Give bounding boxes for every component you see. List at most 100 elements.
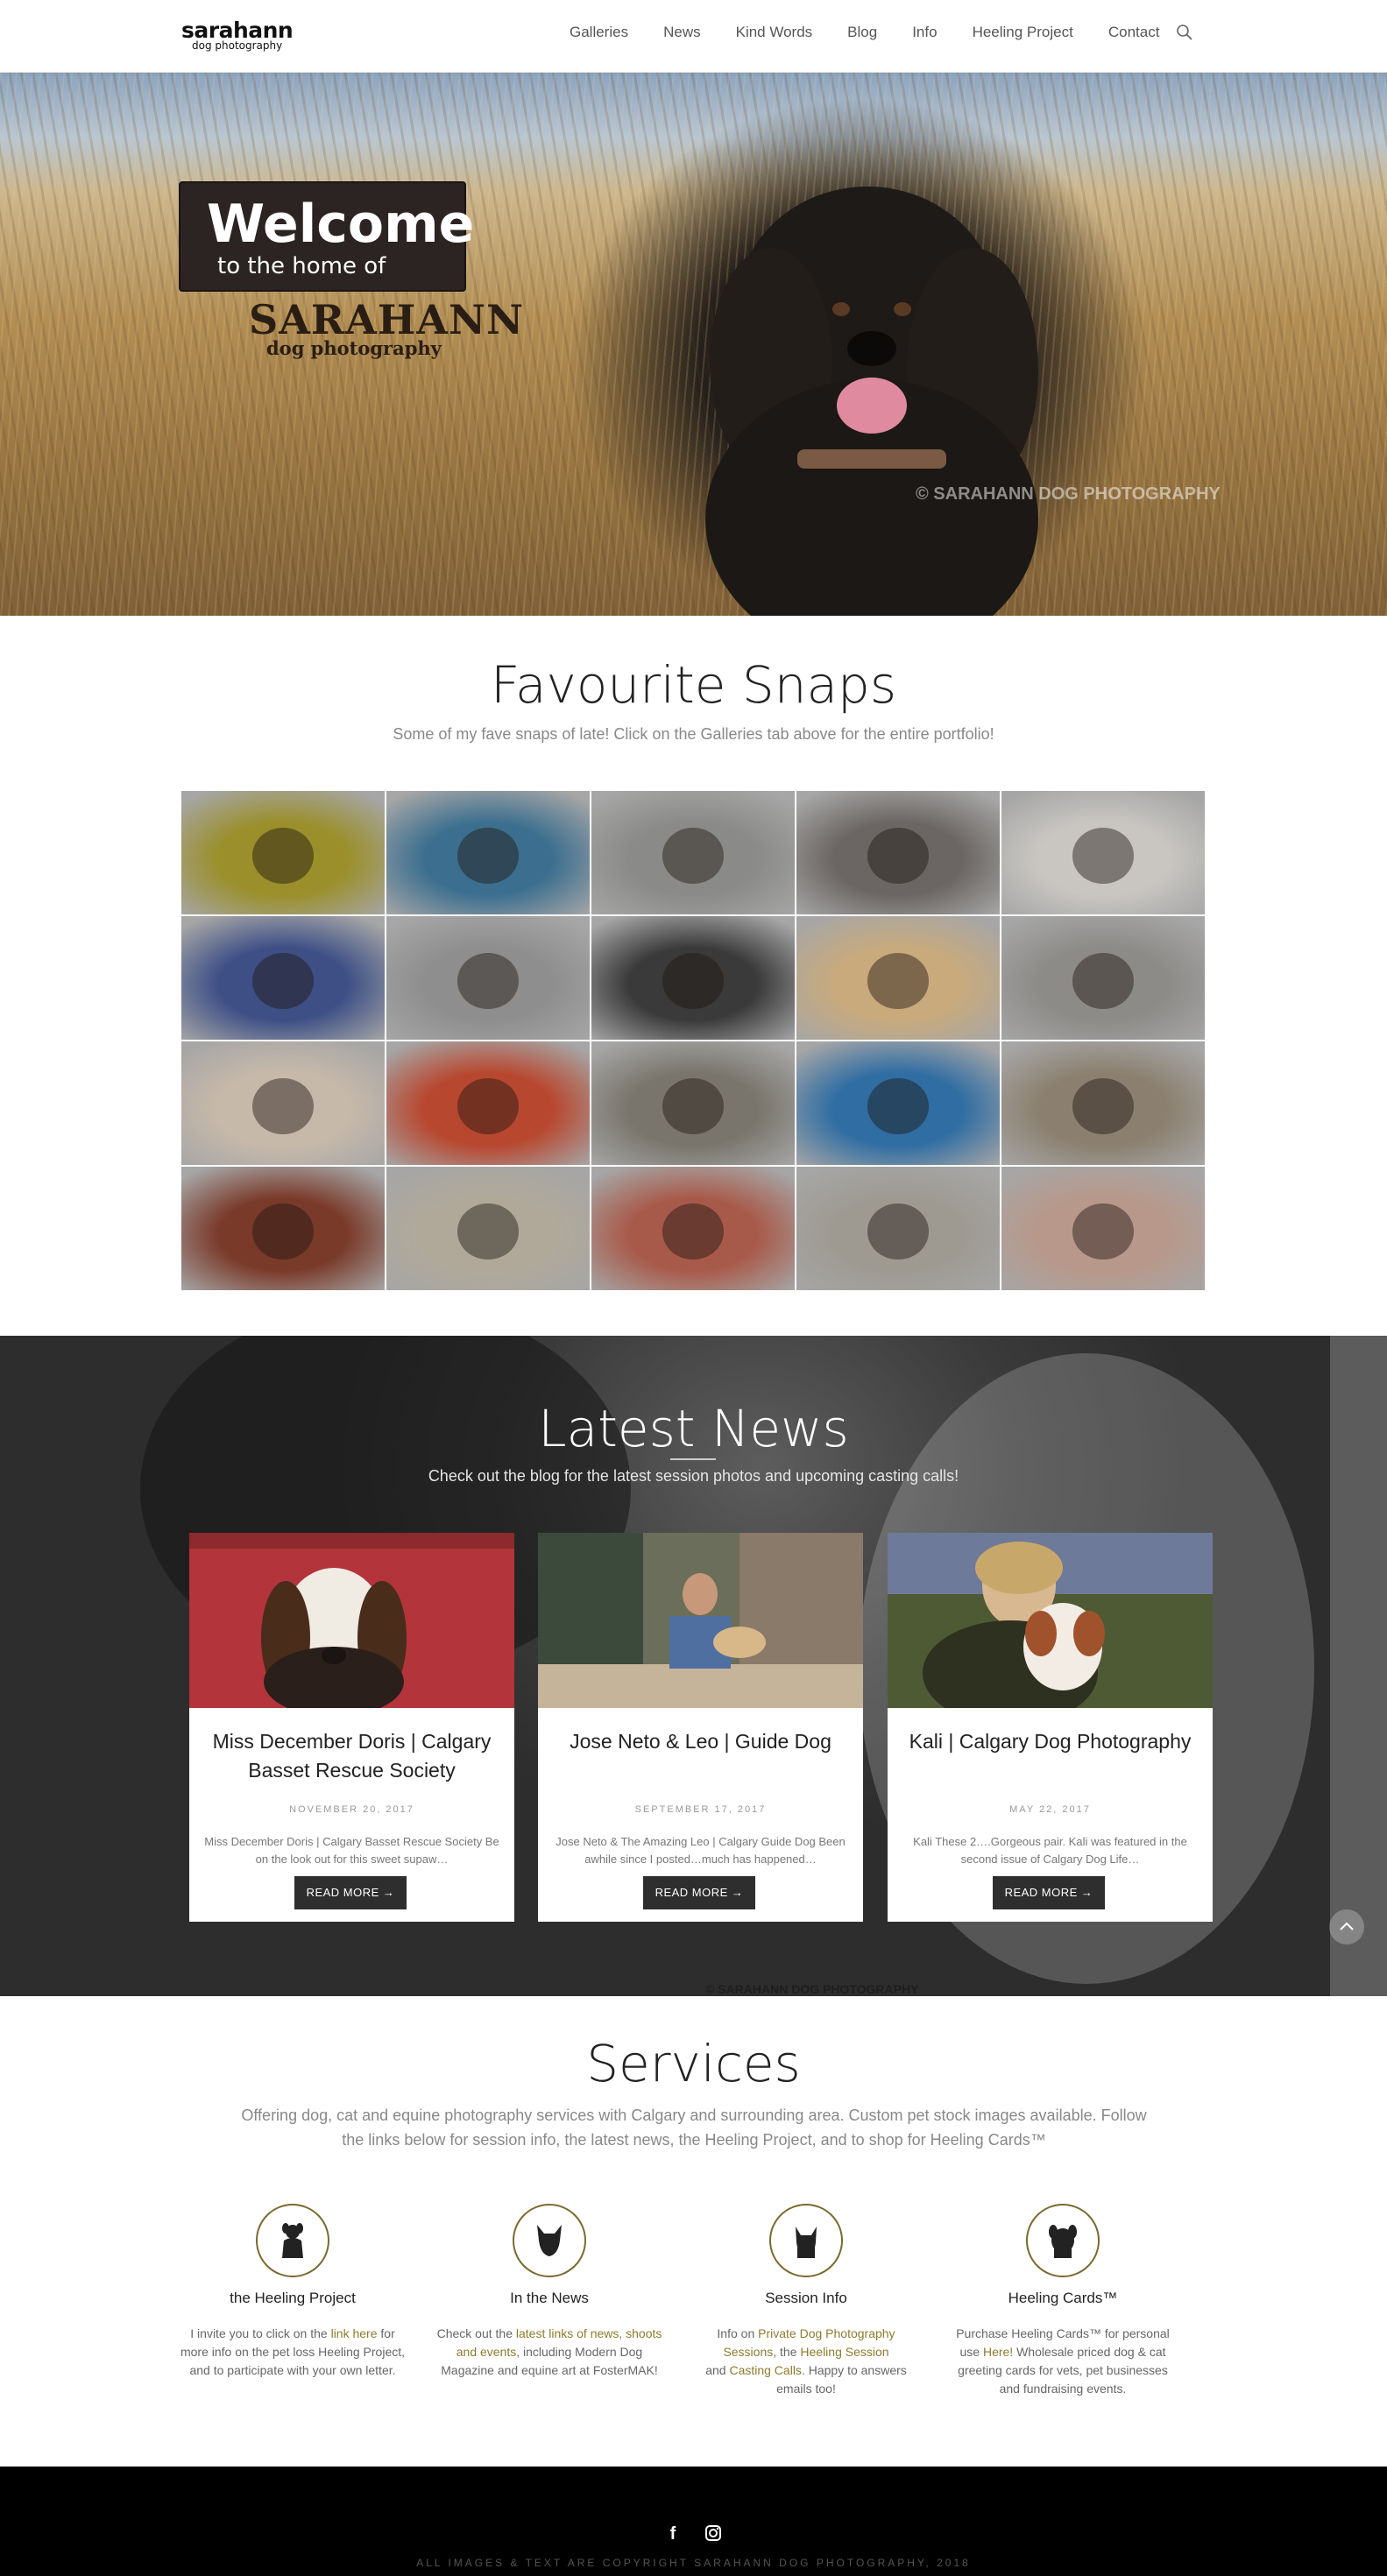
gallery-thumbnail[interactable] (796, 916, 1000, 1040)
photo-subject-icon (662, 1203, 724, 1260)
gallery-thumbnail[interactable] (591, 791, 795, 914)
service-text: Info on Private Dog Photography Sessions… (690, 2325, 922, 2398)
heeling-project-link[interactable]: link here (331, 2326, 378, 2340)
news-card-image[interactable] (189, 1533, 514, 1708)
service-text: Check out the latest links of news, shoo… (434, 2325, 665, 2380)
photo-subject-icon (1072, 1078, 1134, 1134)
instagram-icon[interactable] (704, 2524, 723, 2544)
photo-subject-icon (457, 953, 519, 1009)
dog-photo-icon (705, 187, 1038, 616)
site-header: sarahann dog photography Galleries News … (0, 0, 1387, 73)
news-title: Latest News (538, 1399, 849, 1458)
photo-subject-icon (1072, 953, 1134, 1009)
news-card-title[interactable]: Jose Neto & Leo | Guide Dog (554, 1727, 847, 1756)
site-logo[interactable]: sarahann dog photography (181, 19, 294, 54)
gallery-thumbnail[interactable] (796, 791, 1000, 914)
title-underline (670, 1458, 716, 1460)
snaps-gallery (181, 791, 1205, 1290)
gallery-thumbnail[interactable] (386, 791, 590, 914)
dog-face-icon[interactable] (769, 2204, 843, 2277)
hero-watermark: © SARAHANN DOG PHOTOGRAPHY (916, 484, 1221, 504)
hero-banner: Welcome to the home of SARAHANN dog phot… (0, 73, 1387, 616)
read-more-button[interactable]: READ MORE → (993, 1876, 1105, 1909)
nav-galleries[interactable]: Galleries (570, 24, 628, 41)
gallery-thumbnail[interactable] (591, 916, 795, 1040)
news-card-title[interactable]: Miss December Doris | Calgary Basset Res… (205, 1727, 499, 1785)
services-subtitle: Offering dog, cat and equine photography… (241, 2107, 1147, 2149)
main-nav: Galleries News Kind Words Blog Info Heel… (570, 23, 1194, 42)
gallery-thumbnail[interactable] (1001, 1167, 1205, 1290)
news-card: Miss December Doris | Calgary Basset Res… (189, 1533, 514, 1922)
news-card-excerpt: Miss December Doris | Calgary Basset Res… (204, 1835, 499, 1866)
nav-contact[interactable]: Contact (1108, 24, 1160, 41)
photo-subject-icon (662, 1078, 724, 1134)
gallery-thumbnail[interactable] (591, 1041, 795, 1165)
photo-subject-icon (252, 1078, 314, 1134)
photo-subject-icon (867, 1203, 929, 1260)
dog-head-icon[interactable] (513, 2204, 586, 2277)
gallery-thumbnail[interactable] (591, 1167, 795, 1290)
news-card-excerpt: Jose Neto & The Amazing Leo | Calgary Gu… (556, 1835, 846, 1866)
service-text-part: , the (773, 2345, 801, 2359)
gallery-thumbnail[interactable] (1001, 791, 1205, 914)
basset-photo-icon (189, 1533, 514, 1708)
photo-subject-icon (662, 828, 724, 884)
scroll-to-top-button[interactable] (1329, 1909, 1364, 1944)
dog-portrait-icon[interactable] (1026, 2204, 1100, 2277)
news-card: Kali | Calgary Dog Photography MAY 22, 2… (888, 1533, 1213, 1922)
hero-brand-sub: dog photography (266, 337, 442, 359)
heeling-session-link[interactable]: Heeling Session (800, 2345, 888, 2359)
snaps-title: Favourite Snaps (490, 655, 897, 715)
photo-subject-icon (1072, 828, 1134, 884)
site-footer: f ALL IMAGES & TEXT ARE COPYRIGHT SARAHA… (0, 2467, 1387, 2576)
news-card-excerpt: Kali These 2….Gorgeous pair. Kali was fe… (913, 1835, 1187, 1866)
photo-subject-icon (662, 953, 724, 1009)
nav-info[interactable]: Info (912, 24, 937, 41)
nav-heeling-project[interactable]: Heeling Project (973, 24, 1073, 41)
welcome-title: Welcome (207, 194, 475, 255)
gallery-thumbnail[interactable] (386, 1167, 590, 1290)
news-card-date: MAY 22, 2017 (1009, 1804, 1091, 1815)
news-card-title[interactable]: Kali | Calgary Dog Photography (903, 1727, 1197, 1756)
casting-calls-link[interactable]: Casting Calls (729, 2363, 801, 2377)
nav-news[interactable]: News (663, 24, 701, 41)
dog-sitting-icon[interactable] (256, 2204, 329, 2277)
photo-subject-icon (867, 828, 929, 884)
gallery-thumbnail[interactable] (1001, 916, 1205, 1040)
gallery-thumbnail[interactable] (796, 1041, 1000, 1165)
gallery-thumbnail[interactable] (181, 1167, 385, 1290)
gallery-thumbnail[interactable] (1001, 1041, 1205, 1165)
facebook-icon[interactable]: f (663, 2524, 683, 2544)
service-text-part: and (705, 2363, 730, 2377)
service-text: Purchase Heeling Cards™ for personal use… (947, 2325, 1178, 2398)
photo-subject-icon (457, 1078, 519, 1134)
photo-subject-icon (457, 1203, 519, 1260)
gallery-thumbnail[interactable] (796, 1167, 1000, 1290)
logo-sub-text: dog photography (192, 39, 283, 52)
gallery-thumbnail[interactable] (181, 916, 385, 1040)
welcome-subtitle: to the home of (217, 253, 386, 279)
gallery-thumbnail[interactable] (386, 916, 590, 1040)
photo-subject-icon (1072, 1203, 1134, 1260)
shop-here-link[interactable]: Here! (983, 2345, 1013, 2359)
gallery-thumbnail[interactable] (181, 1041, 385, 1165)
nav-kind-words[interactable]: Kind Words (736, 24, 813, 41)
service-text: I invite you to click on the link here f… (177, 2325, 408, 2380)
porch-photo-icon (538, 1533, 863, 1708)
gallery-thumbnail[interactable] (386, 1041, 590, 1165)
news-card-image[interactable] (538, 1533, 863, 1708)
search-icon[interactable] (1175, 23, 1194, 42)
service-title[interactable]: Session Info (690, 2290, 922, 2307)
read-more-button[interactable]: READ MORE → (643, 1876, 755, 1909)
footer-copyright: ALL IMAGES & TEXT ARE COPYRIGHT SARAHANN… (416, 2557, 971, 2569)
news-card-image[interactable] (888, 1533, 1213, 1708)
service-title[interactable]: the Heeling Project (177, 2290, 408, 2307)
photo-subject-icon (867, 1078, 929, 1134)
service-title[interactable]: In the News (434, 2290, 665, 2307)
read-more-button[interactable]: READ MORE → (294, 1876, 407, 1909)
gallery-thumbnail[interactable] (181, 791, 385, 914)
nav-blog[interactable]: Blog (847, 24, 877, 41)
service-title[interactable]: Heeling Cards™ (947, 2290, 1178, 2307)
news-card-date: NOVEMBER 20, 2017 (289, 1804, 414, 1815)
photo-subject-icon (867, 953, 929, 1009)
